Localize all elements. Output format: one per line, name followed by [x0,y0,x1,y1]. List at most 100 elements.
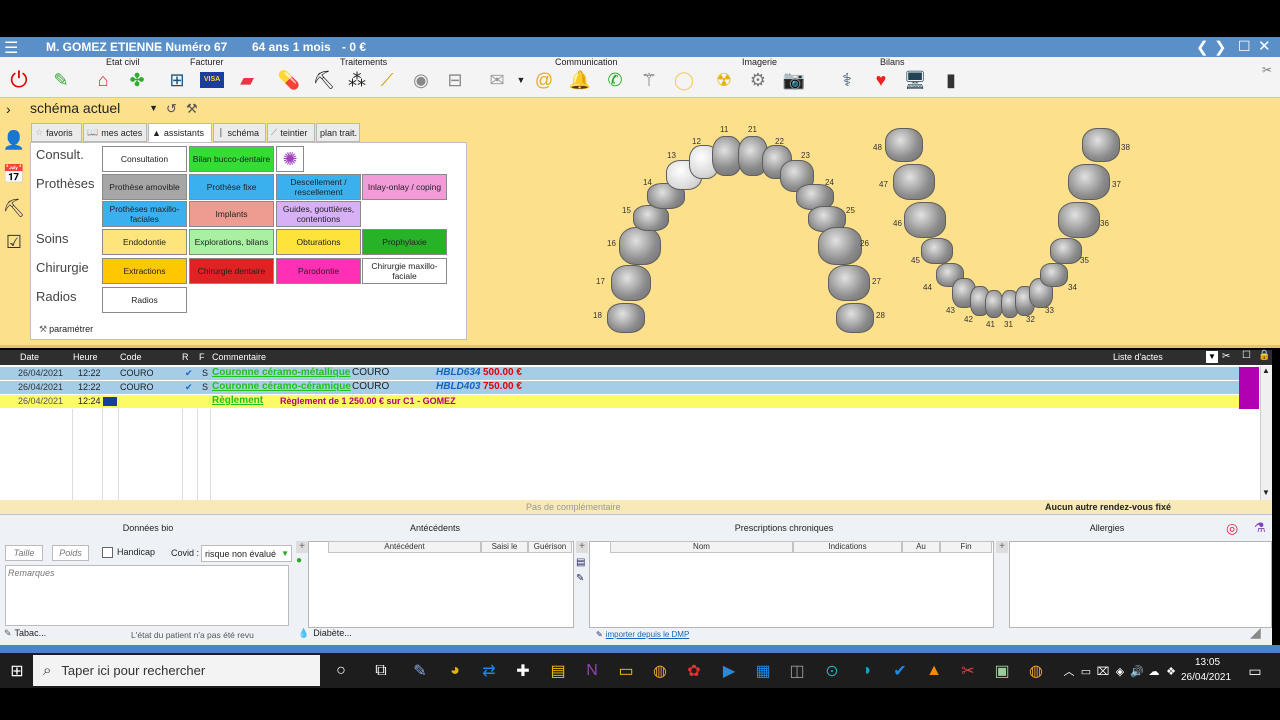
person-icon[interactable]: 👤 [2,128,26,152]
add-antecedent-button[interactable]: + [296,541,308,553]
remarks-textarea[interactable] [5,565,289,626]
flask-icon[interactable]: ⚗ [1254,520,1266,536]
tab-schema[interactable]: ❙ schéma [213,123,266,142]
col-f[interactable]: F [199,352,205,362]
add-allergy-button[interactable]: + [996,541,1008,553]
import-dmp-link[interactable]: ✎ importer depuis le DMP [596,630,689,639]
settings-link[interactable]: ⚒ paramétrer [39,324,93,335]
plus-app-icon[interactable]: ✚ [510,658,536,684]
assistant-guides-gouttieres[interactable]: Guides, gouttières, contentions [276,201,361,227]
tooth-18[interactable] [607,303,645,333]
worker-icon[interactable]: ⛏ [311,67,337,93]
cortana-icon[interactable]: ○ [328,658,354,684]
antecedents-list[interactable] [308,541,574,628]
prescriptions-list[interactable] [589,541,994,628]
pill-icon[interactable]: 💊 [276,67,302,93]
document-icon[interactable]: ▤ [576,557,585,568]
tooth-45[interactable] [921,238,953,264]
chrome-icon[interactable]: ◕ [442,658,468,684]
assistant-consultation[interactable]: Consultation [102,146,187,172]
radiation-icon[interactable]: ☢ [711,67,737,93]
weight-input[interactable] [52,545,89,561]
assistant-chirurgie-dentaire[interactable]: Chirurgie dentaire [189,258,274,284]
puzzle-icon[interactable]: ✤ [124,67,150,93]
assistant-bilan-bucco-dentaire[interactable]: Bilan bucco-dentaire [189,146,274,172]
molecule-icon[interactable]: ⁂ [344,67,370,93]
stethoscope-icon[interactable]: ⚕ [834,67,860,93]
tooth-28[interactable] [836,303,874,333]
edit-pencil-icon[interactable]: ✎ [48,67,74,93]
add-prescription-button[interactable]: + [576,541,588,553]
app-icon-3[interactable]: ✂ [955,658,981,684]
taskbar-search[interactable]: ⌕ Taper ici pour rechercher [33,655,320,686]
notes-icon[interactable]: ▤ [545,658,571,684]
next-patient-icon[interactable]: ❯ [1214,38,1227,56]
heart-icon[interactable]: ♥ [868,67,894,93]
assistant-radios[interactable]: Radios [102,287,187,313]
onenote-icon[interactable]: N [579,658,605,684]
tooth-37[interactable] [1068,164,1110,200]
mail-icon[interactable]: ✉ [484,67,510,93]
assistant-inlay-onlay[interactable]: Inlay-onlay / coping [362,174,447,200]
tooth-35[interactable] [1050,238,1082,264]
tooth-46[interactable] [904,202,946,238]
table-row[interactable]: 26/04/2021 12:22 COURO ✔ S Couronne céra… [0,381,1240,394]
assistant-prothese-fixe[interactable]: Prothèse fixe [189,174,274,200]
tooth-38[interactable] [1082,128,1120,162]
window-icon[interactable]: ☐ [1242,350,1251,361]
home-icon[interactable]: ⌂ [90,67,116,93]
tooth-26[interactable] [818,227,862,265]
visa-card-icon[interactable]: VISA [199,67,225,93]
app-icon-2[interactable]: ✿ [681,658,707,684]
maximize-icon[interactable]: ☐ [1238,38,1251,55]
camera-app-icon[interactable]: ◫ [784,658,810,684]
lock-icon[interactable]: 🔒 [1258,350,1270,361]
virus-icon[interactable]: ✺ [276,146,304,172]
assistant-obturations[interactable]: Obturations [276,229,361,255]
media-app-icon[interactable]: ▶ [716,658,742,684]
assistant-parodontie[interactable]: Parodontie [276,258,361,284]
tooth-app-icon-2[interactable]: ◍ [1023,658,1049,684]
assistant-endodontie[interactable]: Endodontie [102,229,187,255]
assistant-protheses-maxillo-faciales[interactable]: Prothèses maxillo-faciales [102,201,187,227]
tools-icon[interactable]: ✂ [1222,351,1230,362]
scroll-up-icon[interactable]: ▲ [1262,366,1270,375]
denture-icon[interactable]: ⊟ [442,67,468,93]
table-row[interactable]: 26/04/2021 12:24 Règlement Règlement de … [0,395,1240,408]
magic-wand-icon[interactable]: ⚚ [636,67,662,93]
checklist-icon[interactable]: ☑ [2,230,26,254]
tooth-icon[interactable]: ◉ [408,67,434,93]
maps-icon[interactable]: ⊙ [819,658,845,684]
tab-assistants[interactable]: ▲ assistants [148,123,212,142]
power-icon[interactable]: ⏻ [6,67,32,93]
schema-dropdown[interactable]: schéma actuel ▼ [30,100,160,118]
tooth-27[interactable] [828,265,870,301]
act-link[interactable]: Couronne céramo-métallique [212,367,350,378]
act-link[interactable]: Couronne céramo-céramique [212,381,351,392]
assistant-prothese-amovible[interactable]: Prothèse amovible [102,174,187,200]
tooth-47[interactable] [893,164,935,200]
tooth-36[interactable] [1058,202,1100,238]
close-icon[interactable]: ✕ [1258,37,1271,55]
tab-favoris[interactable]: ☆ favoris [31,123,82,142]
assistant-extractions[interactable]: Extractions [102,258,187,284]
clock-time[interactable]: 13:05 [1195,657,1220,668]
eraser-icon[interactable]: ▰ [234,67,260,93]
settings-tools-icon[interactable]: ⚒ [186,101,198,117]
handicap-checkbox[interactable] [102,547,113,558]
file-explorer-icon[interactable]: ▭ [613,658,639,684]
scroll-down-icon[interactable]: ▼ [1262,488,1270,497]
expand-chevron-icon[interactable]: › [6,101,11,117]
target-icon[interactable]: ◎ [1226,520,1238,537]
tab-mes-actes[interactable]: 📖 mes actes [83,123,147,142]
task-view-icon[interactable]: ⧉ [368,658,394,684]
dentist-worker-icon[interactable]: ⛏ [2,196,26,220]
tobacco-field[interactable]: ✎ Tabac... [4,628,96,641]
assistant-explorations-bilans[interactable]: Explorations, bilans [189,229,274,255]
chevron-down-icon[interactable]: ▼ [1206,351,1218,363]
col-commentaire[interactable]: Commentaire [212,352,266,362]
cash-register-icon[interactable]: ⊞ [164,67,190,93]
height-input[interactable] [5,545,43,561]
covid-select[interactable]: risque non évalué ▼ [201,545,292,562]
col-r[interactable]: R [182,352,189,362]
